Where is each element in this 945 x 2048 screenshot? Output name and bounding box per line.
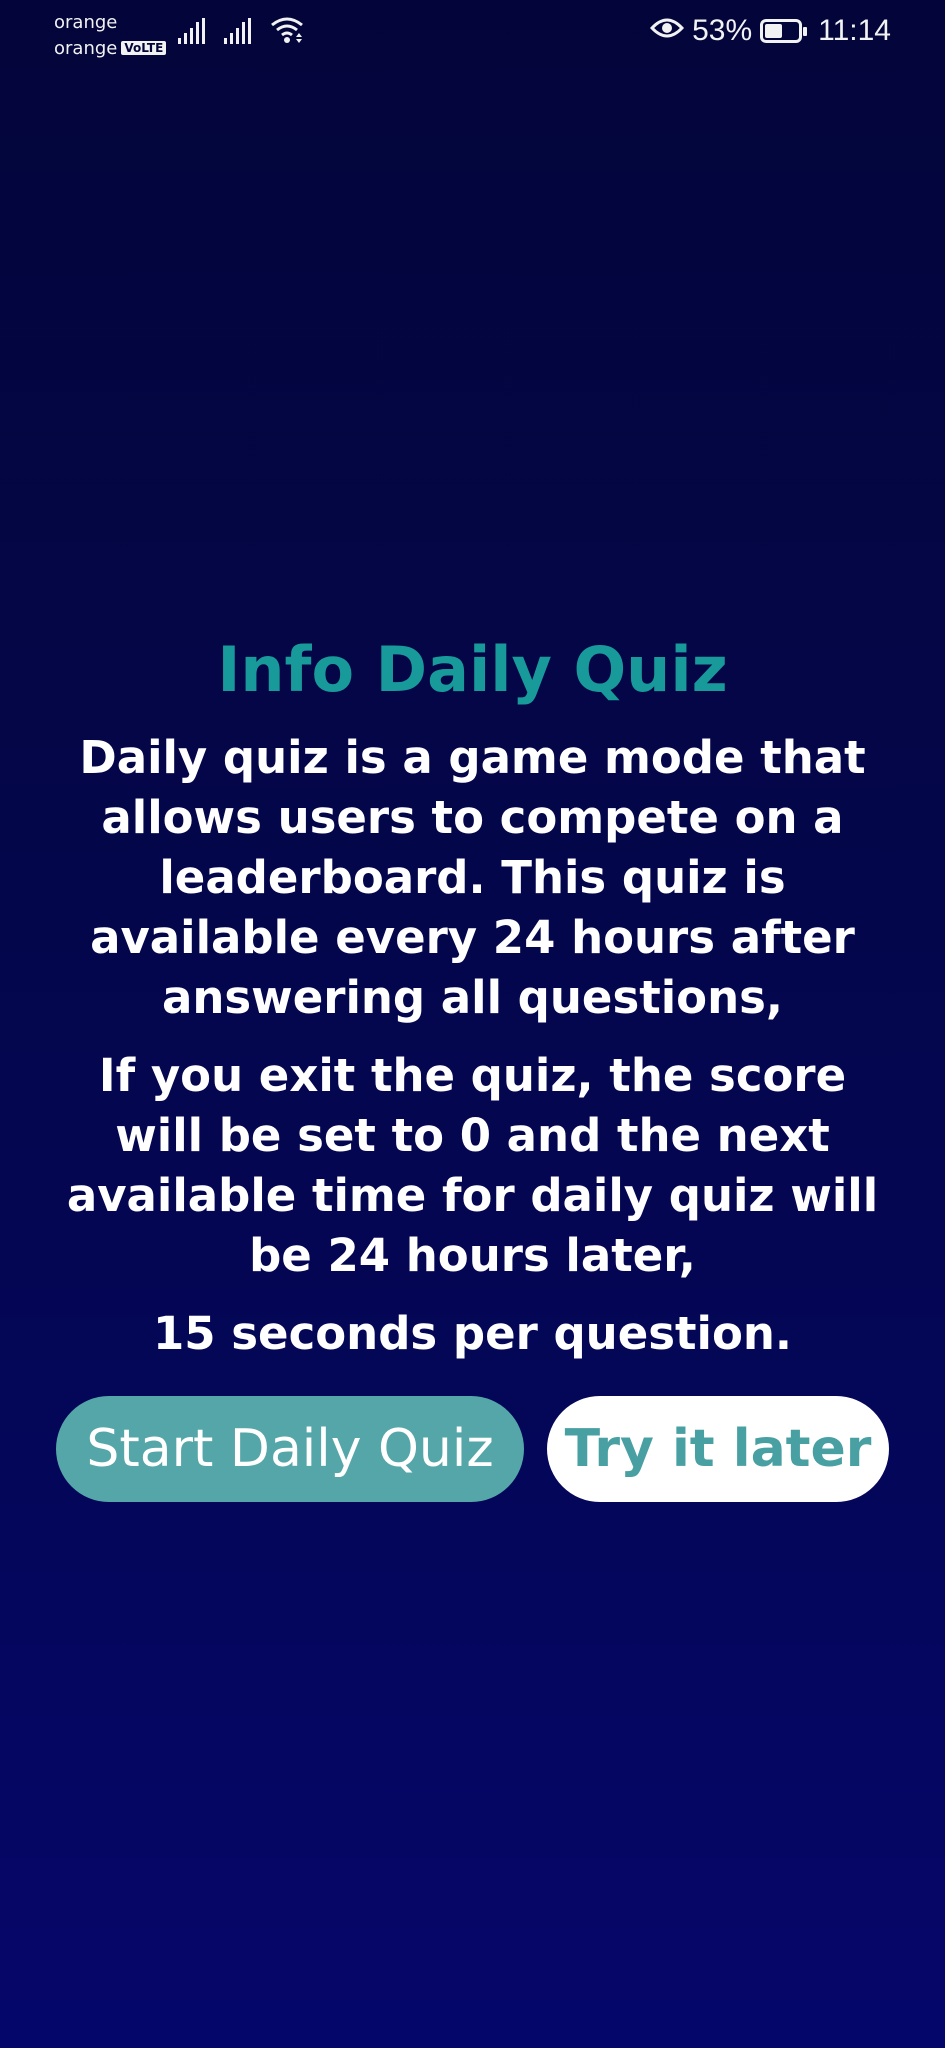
- status-right-group: 53% 11:14: [650, 14, 891, 48]
- info-dialog: Info Daily Quiz Daily quiz is a game mod…: [60, 630, 885, 1382]
- eye-icon: [650, 14, 685, 48]
- start-daily-quiz-button[interactable]: Start Daily Quiz: [56, 1396, 524, 1502]
- description-paragraph-2: If you exit the quiz, the score will be …: [66, 1049, 879, 1282]
- action-buttons: Start Daily Quiz Try it later: [56, 1396, 889, 1502]
- carrier-2-label: orange: [54, 38, 118, 59]
- battery-icon: [760, 19, 808, 43]
- description-paragraph-1: Daily quiz is a game mode that allows us…: [79, 731, 866, 1024]
- wifi-icon: [270, 16, 304, 48]
- battery-level-fill: [765, 24, 783, 38]
- carrier-info: orange orange VoLTE: [54, 10, 167, 62]
- carrier-2-row: orange VoLTE: [54, 36, 167, 62]
- description-paragraph-3: 15 seconds per question.: [152, 1307, 792, 1360]
- signal-icon: [178, 18, 206, 48]
- signal-icon: [224, 18, 252, 48]
- carrier-1-label: orange: [54, 12, 118, 33]
- volte-badge: VoLTE: [121, 41, 167, 55]
- page-title: Info Daily Quiz: [217, 633, 728, 706]
- status-bar: orange orange VoLTE 53% 11:14: [0, 0, 945, 70]
- battery-percent: 53%: [692, 14, 753, 47]
- clock-time: 11:14: [818, 14, 891, 47]
- signal-indicators: [178, 16, 304, 48]
- try-later-button[interactable]: Try it later: [547, 1396, 889, 1502]
